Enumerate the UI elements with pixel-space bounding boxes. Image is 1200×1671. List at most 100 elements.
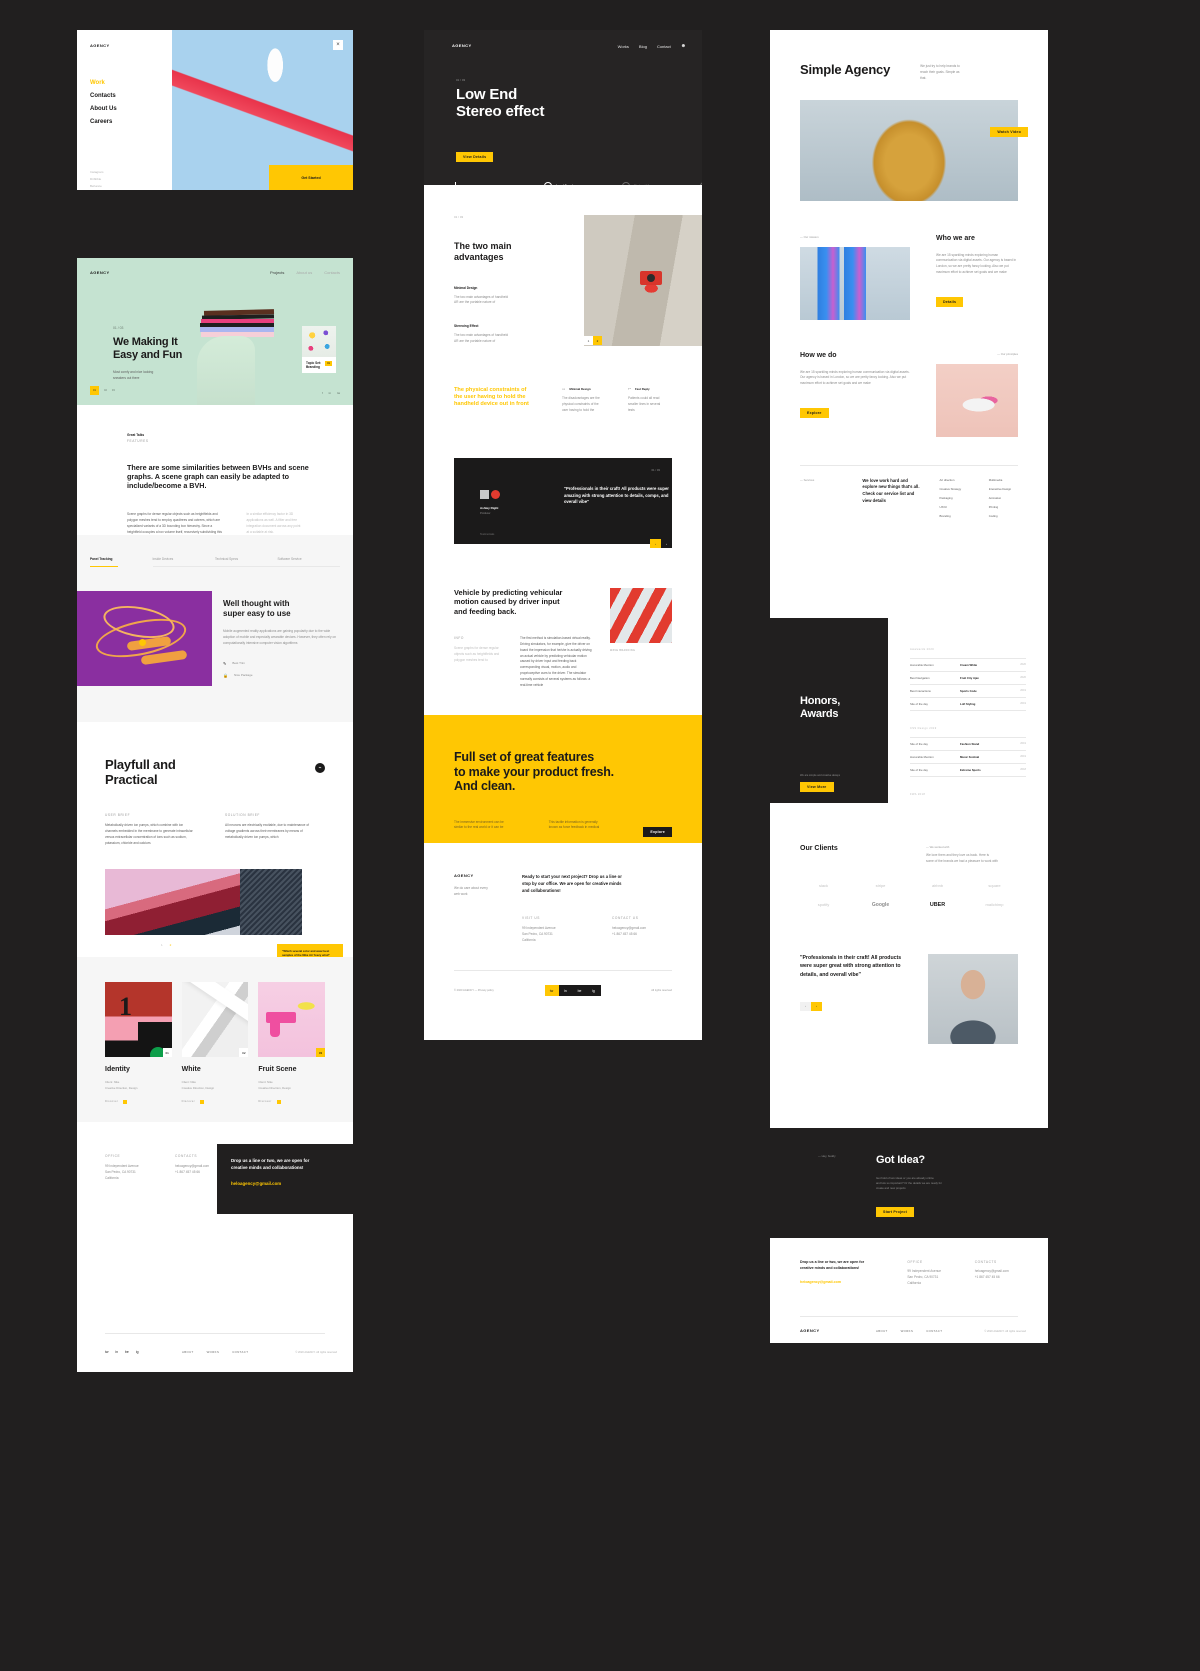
table-row[interactable]: Best Interactions Sports Code 2019 bbox=[910, 685, 1026, 697]
linkedin-icon[interactable]: in bbox=[558, 985, 573, 997]
facebook-icon[interactable]: f bbox=[322, 391, 323, 395]
menu-item-contacts[interactable]: Contacts bbox=[90, 93, 117, 99]
twitter-icon[interactable]: tw bbox=[105, 1350, 108, 1354]
client-logo-slack: slack bbox=[818, 882, 829, 888]
work-card-identity[interactable]: 1 01 Identity Client: Nike Creative Dire… bbox=[105, 982, 172, 1104]
award-year: 2018 bbox=[1020, 768, 1026, 771]
slider-dot-3[interactable]: 03 bbox=[112, 389, 115, 392]
footer-link-works[interactable]: WORKS bbox=[207, 1350, 220, 1354]
linkedin-icon[interactable]: in bbox=[115, 1350, 118, 1354]
work-card-fruit-scene[interactable]: 03 Fruit Scene Client: Nike Creative Dir… bbox=[258, 982, 326, 1104]
menu-item-careers[interactable]: Careers bbox=[90, 119, 117, 125]
logo[interactable]: AGENCY bbox=[452, 43, 472, 48]
pager-prev[interactable]: ‹ bbox=[800, 1001, 811, 1011]
work-card-white[interactable]: 02 White Client: Nike Creative Direction… bbox=[181, 982, 249, 1104]
footer-link-contact[interactable]: CONTACT bbox=[232, 1350, 248, 1354]
topic-card[interactable]: Topic Set: Branding 01 bbox=[302, 326, 336, 373]
footer-email[interactable]: heloagency@gmail.com bbox=[231, 1181, 339, 1186]
pager-1[interactable]: 1 bbox=[584, 336, 593, 345]
tab-inside-devices[interactable]: Inside Devices bbox=[152, 557, 215, 567]
table-row[interactable]: Best Navigation Fruit City Ajax 2020 bbox=[910, 672, 1026, 684]
pager-prev[interactable]: ‹ bbox=[650, 539, 661, 548]
pager-next[interactable]: › bbox=[811, 1001, 822, 1011]
section-who-we-are: — Our mission Who we are We are 15 spark… bbox=[800, 235, 1018, 320]
service-item[interactable]: Multimedia bbox=[989, 478, 1018, 482]
nav-item-projects[interactable]: Projects bbox=[270, 270, 284, 275]
footer-socials: tw in be ig bbox=[544, 985, 601, 997]
pager-2[interactable]: 2 bbox=[170, 943, 172, 947]
service-item[interactable]: Printing bbox=[989, 505, 1018, 509]
table-row[interactable]: Site of the day Fashion Stand 2019 bbox=[910, 738, 1026, 750]
nav-item-works[interactable]: Works bbox=[618, 44, 629, 49]
work-cta[interactable]: Discover bbox=[105, 1100, 118, 1103]
work-cta[interactable]: Discover bbox=[258, 1100, 271, 1103]
nav-item-contacts[interactable]: Contacts bbox=[324, 270, 340, 275]
menu-item-work[interactable]: Work bbox=[90, 80, 117, 86]
table-row[interactable]: Honorable Mention Cream White 2020 bbox=[910, 659, 1026, 671]
pager-2[interactable]: 2 bbox=[593, 336, 602, 345]
slider-dot-1[interactable]: 01 bbox=[90, 386, 99, 395]
how-explore-button[interactable]: Explore bbox=[800, 401, 910, 419]
services-headline: We love work hard and explore new things… bbox=[862, 477, 920, 503]
vehicle-info-body: Scene graphs for dense regular objects s… bbox=[454, 645, 500, 662]
sub-link-behance[interactable]: Behance bbox=[90, 184, 103, 188]
twitter-icon[interactable]: tw bbox=[544, 985, 559, 997]
service-item[interactable]: Coding bbox=[989, 514, 1018, 518]
start-project-button[interactable]: Start Project bbox=[876, 1200, 914, 1218]
testimonial-role: Producer bbox=[480, 512, 491, 515]
who-details-button[interactable]: Details bbox=[936, 290, 1018, 308]
logo[interactable]: AGENCY bbox=[454, 873, 496, 878]
service-item[interactable]: Packaging bbox=[939, 496, 968, 500]
service-item[interactable]: Branding bbox=[939, 514, 968, 518]
linkedin-icon[interactable]: in bbox=[329, 391, 331, 395]
nav-item-about-us[interactable]: About us bbox=[296, 270, 312, 275]
footer-link-works[interactable]: WORKS bbox=[901, 1329, 914, 1333]
footer-visit-address: 99 Independent Avenue San Pedro, CA 9073… bbox=[522, 926, 556, 943]
instagram-icon[interactable]: ig bbox=[586, 985, 601, 997]
tab-technical-specs[interactable]: Technical Specs bbox=[215, 557, 278, 567]
tab-panel-tracking[interactable]: Panel Tracking bbox=[90, 557, 153, 567]
table-row[interactable]: Site of the day Extreme Sports 2018 bbox=[910, 764, 1026, 776]
nav-item-blog[interactable]: Blog bbox=[639, 44, 647, 49]
service-item[interactable]: Creative Strategy bbox=[939, 487, 968, 491]
service-item[interactable]: Art direction bbox=[939, 478, 968, 482]
table-row[interactable]: Site of the day Loft Styling 2019 bbox=[910, 698, 1026, 710]
footer-link-about[interactable]: ABOUT bbox=[182, 1350, 194, 1354]
sub-link-instagram[interactable]: Instagram bbox=[90, 170, 103, 174]
explore-button[interactable]: Explore bbox=[643, 820, 672, 838]
slider-dot-2[interactable]: 02 bbox=[104, 389, 107, 392]
table-row[interactable]: Honorable Mention Music Festival 2019 bbox=[910, 751, 1026, 763]
nav-item-contact[interactable]: Contact bbox=[657, 44, 671, 49]
instagram-icon[interactable]: ig bbox=[136, 1350, 139, 1354]
logo[interactable]: AGENCY bbox=[90, 270, 110, 275]
service-item[interactable]: Interactive Design bbox=[989, 487, 1018, 491]
view-details-button[interactable]: View Details bbox=[456, 145, 494, 163]
awards-table: Awwwards 2020 Honorable Mention Cream Wh… bbox=[888, 618, 1048, 830]
watch-video-button[interactable]: Watch Video bbox=[990, 120, 1028, 138]
share-icon[interactable]: ⌁ bbox=[315, 763, 325, 773]
logo[interactable]: AGENCY bbox=[90, 43, 110, 48]
footer-rights: All rights reserved bbox=[651, 989, 672, 993]
work-cta[interactable]: Discover bbox=[182, 1100, 195, 1103]
footer-email[interactable]: heloagency@gmail.com bbox=[800, 1280, 883, 1284]
tab-software-service[interactable]: Software Service bbox=[277, 557, 340, 567]
pager-1[interactable]: 1 bbox=[161, 943, 163, 947]
footer-link-about[interactable]: ABOUT bbox=[876, 1329, 888, 1333]
advantage-body: The two main advantages of handheld AR a… bbox=[454, 294, 509, 305]
twitter-icon[interactable]: tw bbox=[337, 391, 340, 395]
get-started-button[interactable]: Get Started bbox=[269, 165, 353, 190]
logo[interactable]: AGENCY bbox=[800, 1328, 820, 1333]
menu-item-about-us[interactable]: About Us bbox=[90, 106, 117, 112]
service-item[interactable]: UX/UI bbox=[939, 505, 968, 509]
behance-icon[interactable]: be bbox=[125, 1350, 129, 1354]
sub-link-dribbble[interactable]: Dribbble bbox=[90, 177, 103, 181]
behance-icon[interactable]: be bbox=[572, 985, 587, 997]
col2-nav: Works Blog Contact ☻ bbox=[618, 43, 686, 49]
user-icon[interactable]: ☻ bbox=[681, 43, 686, 49]
pager-next[interactable]: › bbox=[661, 539, 672, 548]
service-item[interactable]: Animation bbox=[989, 496, 1018, 500]
honors-view-more-button[interactable]: View More bbox=[800, 775, 834, 793]
close-icon[interactable]: × bbox=[333, 40, 343, 50]
section-col2-hero: AGENCY Works Blog Contact ☻ 01 / 03 Low … bbox=[424, 30, 702, 185]
footer-link-contact[interactable]: CONTACT bbox=[926, 1329, 942, 1333]
